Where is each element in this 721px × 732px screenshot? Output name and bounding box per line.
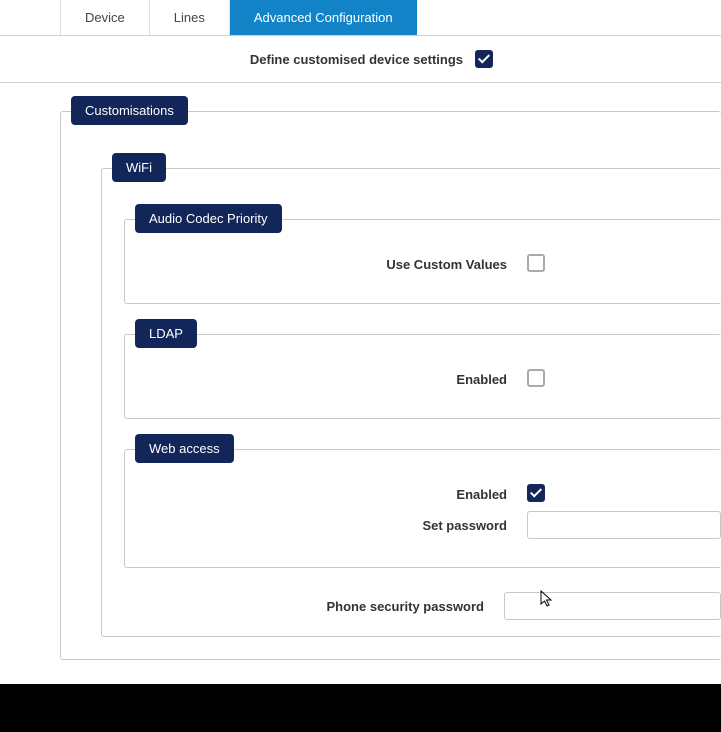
ldap-enabled-label: Enabled xyxy=(147,372,527,387)
section-audio-codec-legend: Audio Codec Priority xyxy=(135,204,282,233)
set-password-input[interactable] xyxy=(527,511,721,539)
section-customisations: Customisations WiFi Audio Codec Priority… xyxy=(60,111,721,660)
section-web-access-legend: Web access xyxy=(135,434,234,463)
web-enabled-checkbox[interactable] xyxy=(527,484,545,502)
section-web-access: Web access Enabled Set password xyxy=(124,449,721,568)
define-settings-checkbox[interactable] xyxy=(475,50,493,68)
phone-security-label: Phone security password xyxy=(124,599,504,614)
use-custom-values-label: Use Custom Values xyxy=(147,257,527,272)
phone-security-input[interactable] xyxy=(504,592,721,620)
ldap-enabled-checkbox[interactable] xyxy=(527,369,545,387)
define-settings-label: Define customised device settings xyxy=(0,52,475,67)
tab-lines[interactable]: Lines xyxy=(150,0,230,35)
section-audio-codec: Audio Codec Priority Use Custom Values xyxy=(124,219,721,304)
tab-advanced-configuration[interactable]: Advanced Configuration xyxy=(230,0,417,35)
tab-bar: Device Lines Advanced Configuration xyxy=(0,0,721,36)
section-wifi: WiFi Audio Codec Priority Use Custom Val… xyxy=(101,168,721,637)
section-ldap-legend: LDAP xyxy=(135,319,197,348)
set-password-label: Set password xyxy=(147,518,527,533)
section-customisations-legend: Customisations xyxy=(71,96,188,125)
section-wifi-legend: WiFi xyxy=(112,153,166,182)
define-settings-row: Define customised device settings xyxy=(0,36,721,83)
use-custom-values-checkbox[interactable] xyxy=(527,254,545,272)
section-ldap: LDAP Enabled xyxy=(124,334,721,419)
tab-device[interactable]: Device xyxy=(60,0,150,35)
web-enabled-label: Enabled xyxy=(147,487,527,502)
